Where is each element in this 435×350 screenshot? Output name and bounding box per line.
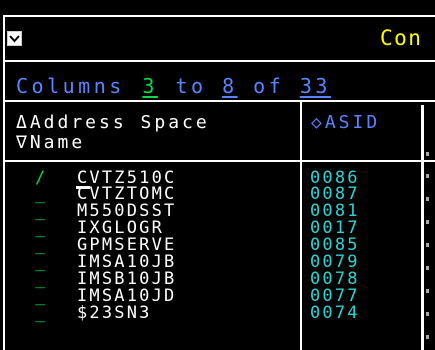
columns-total[interactable]: 33 [300,74,331,98]
columns-to-label: to [175,74,207,98]
collapse-checkbox[interactable] [7,31,22,46]
table-row[interactable]: _ CVTZTOMC 0087 [0,186,435,203]
columns-to-input[interactable]: 8 [222,74,238,98]
panel-title: Con [380,26,423,50]
header-address-space[interactable]: ΔAddress Space [16,114,210,132]
row-name: $23SN3 [77,303,152,323]
table-row[interactable]: _ GPMSERVE 0085 [0,237,435,254]
top-border [3,15,435,17]
title-divider [3,60,435,62]
table-row[interactable]: _ M550DSST 0081 [0,203,435,220]
row-select-field[interactable]: _ [35,305,57,322]
columns-label: Columns [16,74,125,98]
columns-of-label: of [253,74,285,98]
table-row[interactable]: _ IMSB10JB 0078 [0,271,435,288]
row-asid: 0074 [310,303,360,323]
table-row[interactable]: _ IMSA10JD 0077 [0,288,435,305]
chevron-down-icon [9,34,20,42]
header-asid[interactable]: ◇ASID [311,114,380,132]
title-bar: Con [0,18,435,60]
columns-from-input[interactable]: 3 [140,74,160,98]
table-row[interactable]: _ IMSA10JB 0079 [0,254,435,271]
header-divider [3,160,435,162]
table-row[interactable]: _ $23SN3 0074 [0,305,435,322]
table-row[interactable]: _ IXGLOGR 0017 [0,220,435,237]
columns-navigation: Columns 3 to 8 of 33 [16,74,331,98]
table-row[interactable]: / CVTZ510C 0086 [0,170,435,189]
nav-divider [3,100,435,102]
panel-window: Con Columns 3 to 8 of 33 ΔAddress Space … [0,0,435,350]
header-name[interactable]: ∇Name [16,134,85,152]
